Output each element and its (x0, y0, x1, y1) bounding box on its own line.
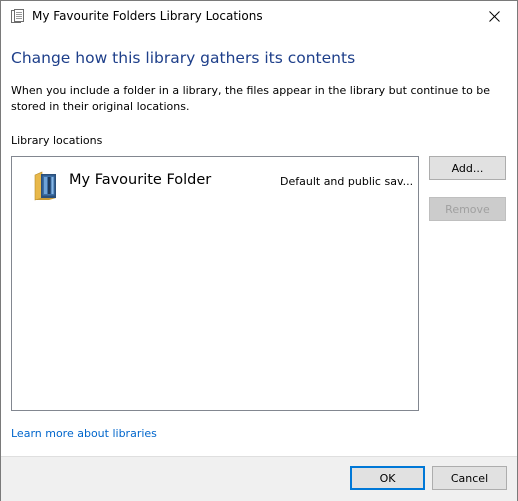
library-icon (11, 9, 25, 24)
library-locations-list[interactable]: My Favourite Folder Default and public s… (11, 156, 419, 411)
remove-button[interactable]: Remove (429, 197, 506, 221)
location-name: My Favourite Folder (69, 172, 212, 188)
library-folder-icon (34, 171, 58, 201)
learn-more-link[interactable]: Learn more about libraries (11, 426, 157, 442)
add-button[interactable]: Add... (429, 156, 506, 180)
close-icon (488, 7, 500, 26)
close-button[interactable] (471, 1, 517, 32)
dialog-footer: OK Cancel (1, 456, 517, 501)
location-type: Default and public sav... (280, 175, 412, 188)
cancel-button[interactable]: Cancel (432, 466, 507, 490)
window-title: My Favourite Folders Library Locations (32, 9, 263, 23)
list-item[interactable]: My Favourite Folder Default and public s… (12, 157, 418, 201)
page-heading: Change how this library gathers its cont… (11, 49, 356, 67)
ok-button[interactable]: OK (350, 466, 425, 490)
title-bar: My Favourite Folders Library Locations (1, 1, 517, 32)
description-text: When you include a folder in a library, … (11, 84, 491, 113)
library-locations-label: Library locations (11, 134, 103, 147)
library-locations-dialog: My Favourite Folders Library Locations C… (0, 0, 518, 501)
